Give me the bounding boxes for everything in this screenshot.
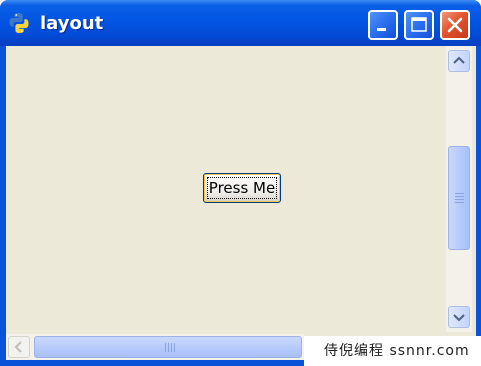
app-window: layout Press Me	[0, 0, 481, 366]
grip-icon	[455, 193, 464, 203]
maximize-icon	[411, 17, 427, 32]
close-button[interactable]	[440, 10, 470, 40]
watermark-text: 侍倪编程 ssnnr.com	[324, 343, 470, 359]
chevron-up-icon	[453, 56, 465, 64]
python-icon	[8, 12, 30, 34]
close-icon	[447, 17, 463, 33]
scroll-up-button[interactable]	[448, 50, 470, 72]
grip-icon	[165, 343, 175, 352]
horizontal-scrollbar[interactable]	[6, 334, 304, 360]
maximize-button[interactable]	[404, 10, 434, 40]
scroll-left-button[interactable]	[8, 336, 30, 358]
minimize-button[interactable]	[368, 10, 398, 40]
minimize-icon	[377, 28, 386, 31]
client-area	[6, 46, 476, 360]
press-me-button[interactable]: Press Me	[203, 173, 281, 203]
horizontal-scroll-thumb[interactable]	[34, 336, 302, 358]
chevron-left-icon	[14, 341, 22, 353]
chevron-down-icon	[453, 314, 465, 322]
vertical-scroll-thumb[interactable]	[448, 146, 470, 250]
button-label: Press Me	[207, 177, 277, 199]
window-title: layout	[40, 13, 104, 34]
title-bar[interactable]: layout	[0, 0, 481, 46]
scroll-down-button[interactable]	[448, 306, 470, 328]
vertical-scrollbar[interactable]	[446, 46, 472, 332]
